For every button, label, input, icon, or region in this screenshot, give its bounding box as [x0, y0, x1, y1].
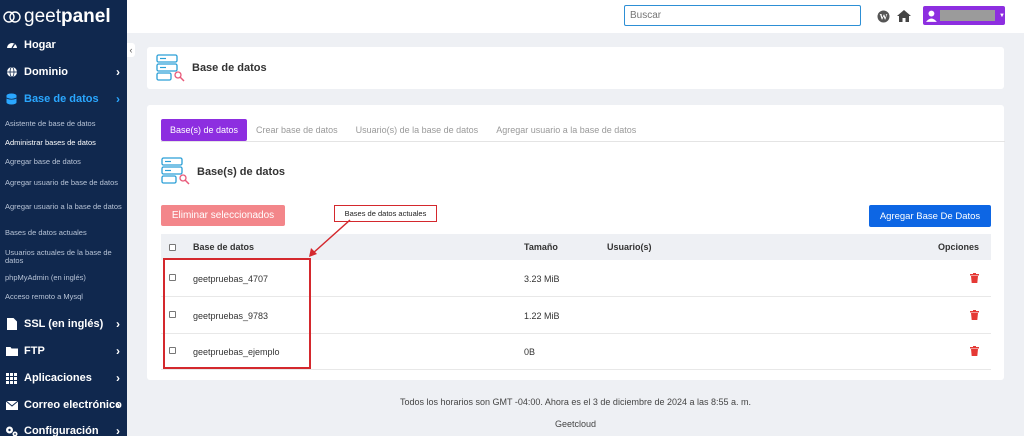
database-settings-icon — [161, 157, 190, 185]
sub-item-administrar[interactable]: Administrar bases de datos — [5, 139, 123, 147]
sub-item-label: Bases de datos actuales — [5, 228, 87, 237]
svg-text:W: W — [879, 12, 887, 21]
tab-usuarios[interactable]: Usuario(s) de la base de datos — [347, 119, 488, 141]
sidebar-item-label: Base de datos — [24, 93, 99, 105]
database-settings-icon — [156, 54, 185, 82]
table-header: Base de datos Tamaño Usuario(s) Opciones — [161, 234, 991, 260]
delete-selected-button[interactable]: Eliminar seleccionados — [161, 205, 285, 226]
database-size: 3.23 MiB — [524, 274, 560, 284]
column-header-users: Usuario(s) — [607, 242, 652, 252]
topbar: W ▼ — [127, 0, 1024, 33]
sidebar-item-label: Configuración — [24, 425, 99, 436]
sidebar-collapse-button[interactable]: ‹ — [127, 43, 135, 57]
sub-item-label: Agregar usuario de base de datos — [5, 178, 118, 187]
grid-icon — [5, 372, 18, 385]
sub-item-label: Acceso remoto a Mysql — [5, 292, 83, 301]
chevron-right-icon: › — [116, 92, 120, 106]
sub-item-label: Agregar base de datos — [5, 157, 81, 166]
sidebar-item-label: Correo electrónico — [24, 399, 122, 411]
sidebar-item-label: Dominio — [24, 66, 68, 78]
sidebar-item-configuracion[interactable]: Configuración › — [0, 420, 127, 436]
sidebar-item-label: Aplicaciones — [24, 372, 92, 384]
search-input[interactable] — [624, 5, 861, 26]
sidebar-item-label: Hogar — [24, 39, 56, 51]
footer-company: Geetcloud — [554, 419, 597, 429]
sub-item-label: Administrar bases de datos — [5, 138, 96, 147]
logo-icon — [3, 11, 21, 23]
section-title: Base(s) de datos — [197, 166, 286, 178]
user-menu-button[interactable]: ▼ — [923, 6, 1005, 25]
brand-prefix: geet — [24, 6, 61, 27]
page-header-card: Base de datos — [147, 47, 1004, 89]
sub-item-agregar-base[interactable]: Agregar base de datos — [5, 158, 123, 166]
sub-item-label: phpMyAdmin (en inglés) — [5, 273, 86, 282]
footer-time: Todos los horarios son GMT -04:00. Ahora… — [399, 397, 752, 407]
sidebar-item-hogar[interactable]: Hogar — [0, 34, 127, 56]
sub-item-agregar-usuario[interactable]: Agregar usuario de base de datos — [5, 179, 123, 187]
annotation-arrow — [309, 219, 351, 257]
sub-item-agregar-usuario-a-base[interactable]: Agregar usuario a la base de datos — [5, 203, 123, 211]
sub-item-bases-actuales[interactable]: Bases de datos actuales — [5, 229, 123, 237]
database-size: 1.22 MiB — [524, 311, 560, 321]
envelope-icon — [5, 399, 18, 412]
gears-icon — [5, 425, 18, 436]
tabs: Base(s) de datos Crear base de datos Usu… — [161, 119, 645, 141]
sub-item-label: Asistente de base de datos — [5, 119, 96, 128]
username-redacted — [939, 10, 996, 21]
sub-item-label: Agregar usuario a la base de datos — [5, 202, 122, 211]
tabs-divider — [161, 141, 1005, 142]
sidebar-item-base-de-datos[interactable]: Base de datos › — [0, 88, 127, 110]
database-size: 0B — [524, 347, 536, 357]
dashboard-icon — [5, 39, 18, 52]
database-icon — [5, 93, 18, 106]
trash-icon[interactable] — [970, 310, 979, 320]
sub-item-phpmyadmin[interactable]: phpMyAdmin (en inglés) — [5, 274, 123, 282]
folder-icon — [5, 345, 18, 358]
chevron-right-icon: › — [116, 65, 120, 79]
sub-item-label: Usuarios actuales de la base de datos — [5, 248, 112, 265]
sub-item-asistente[interactable]: Asistente de base de datos — [5, 120, 123, 128]
tab-bases-de-datos[interactable]: Base(s) de datos — [161, 119, 248, 141]
sidebar-item-label: SSL (en inglés) — [24, 318, 104, 330]
sidebar-item-correo[interactable]: Correo electrónico › — [0, 394, 127, 416]
sidebar: geet panel Hogar Dominio › Base de datos … — [0, 0, 127, 436]
chevron-right-icon: › — [116, 398, 120, 412]
brand-suffix: panel — [60, 6, 111, 27]
sidebar-item-ssl[interactable]: SSL (en inglés) › — [0, 313, 127, 335]
chevron-right-icon: › — [116, 344, 120, 358]
column-header-name: Base de datos — [193, 242, 255, 252]
sub-item-usuarios-actuales[interactable]: Usuarios actuales de la base de datos — [5, 249, 123, 265]
user-icon — [926, 10, 937, 22]
sidebar-item-aplicaciones[interactable]: Aplicaciones › — [0, 367, 127, 389]
annotation-highlight-box — [163, 258, 311, 369]
wordpress-icon[interactable]: W — [875, 8, 891, 24]
sub-item-acceso-remoto[interactable]: Acceso remoto a Mysql — [5, 293, 123, 301]
page-title: Base de datos — [192, 62, 267, 74]
sidebar-item-label: FTP — [24, 345, 45, 357]
file-icon — [5, 318, 18, 331]
home-icon[interactable] — [896, 8, 912, 24]
chevron-right-icon: › — [116, 371, 120, 385]
select-all-checkbox[interactable] — [169, 244, 176, 251]
globe-icon — [5, 66, 18, 79]
tab-agregar-usuario[interactable]: Agregar usuario a la base de datos — [487, 119, 645, 141]
add-database-button[interactable]: Agregar Base De Datos — [869, 205, 991, 227]
tab-crear-base[interactable]: Crear base de datos — [247, 119, 347, 141]
sidebar-item-dominio[interactable]: Dominio › — [0, 61, 127, 83]
trash-icon[interactable] — [970, 273, 979, 283]
sidebar-item-ftp[interactable]: FTP › — [0, 340, 127, 362]
chevron-left-icon: ‹ — [129, 45, 133, 55]
column-header-size: Tamaño — [524, 242, 558, 252]
chevron-right-icon: › — [116, 317, 120, 331]
trash-icon[interactable] — [970, 346, 979, 356]
brand-logo[interactable]: geet panel — [0, 0, 127, 34]
caret-down-icon: ▼ — [999, 12, 1005, 19]
chevron-right-icon: › — [116, 424, 120, 436]
column-header-options: Opciones — [937, 242, 979, 252]
